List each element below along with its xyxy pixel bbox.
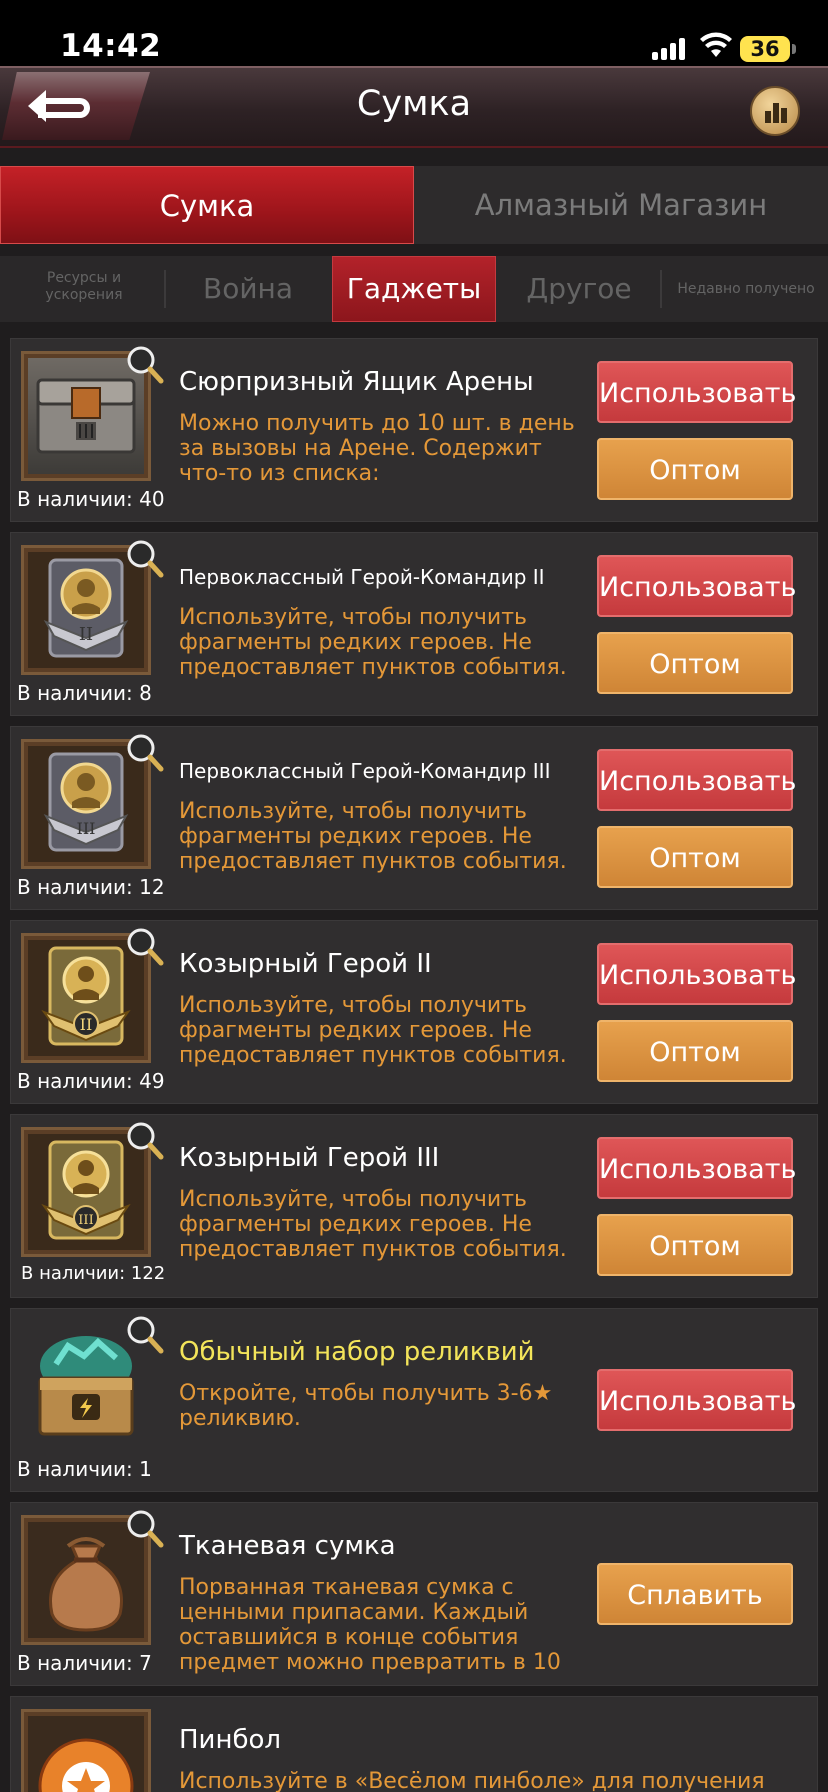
- use-button[interactable]: Использовать: [597, 361, 796, 423]
- magnifier-icon[interactable]: [123, 537, 165, 579]
- main-tabs: Сумка Алмазный Магазин: [0, 166, 828, 244]
- battery-icon: 36: [740, 36, 796, 62]
- item-description: Используйте, чтобы получить фрагменты ре…: [179, 993, 567, 1068]
- stock-count: В наличии: 49: [17, 1069, 165, 1093]
- use-button[interactable]: Использовать: [597, 943, 796, 1005]
- bar-chart-icon: [765, 103, 787, 123]
- bag-screen: 14:42 36 Сумка Сумка Алмазный Магазин Ре…: [0, 0, 828, 1792]
- pinball-icon: [38, 1738, 134, 1792]
- bulk-button[interactable]: Оптом: [597, 826, 793, 888]
- divider: [660, 270, 662, 308]
- magnifier-icon[interactable]: [123, 731, 165, 773]
- use-button[interactable]: Использовать: [597, 1137, 796, 1199]
- stock-count: В наличии: 40: [17, 487, 165, 511]
- item-title: Козырный Герой II: [179, 949, 432, 979]
- stock-count: В наличии: 8: [17, 681, 152, 705]
- item-description: Используйте, чтобы получить фрагменты ре…: [179, 605, 567, 680]
- subtab-other-label: Другое: [526, 272, 632, 305]
- svg-text:III: III: [77, 819, 96, 838]
- svg-text:III: III: [78, 1213, 93, 1228]
- stock-count: В наличии: 12: [17, 875, 165, 899]
- item-description: Используйте, чтобы получить фрагменты ре…: [179, 1187, 567, 1262]
- status-bar: 14:42 36: [0, 0, 828, 66]
- tab-diamond-shop[interactable]: Алмазный Магазин: [414, 166, 828, 244]
- item-description: Используйте, чтобы получить фрагменты ре…: [179, 799, 567, 874]
- divider: [164, 270, 166, 308]
- page-title: Сумка: [356, 84, 472, 124]
- magnifier-icon[interactable]: [123, 1119, 165, 1161]
- subtab-other[interactable]: Другое: [510, 256, 648, 322]
- magnifier-icon[interactable]: [123, 925, 165, 967]
- item-description: Откройте, чтобы получить 3-6★ реликвию.: [179, 1381, 553, 1431]
- cellular-signal-icon: [652, 36, 688, 60]
- subtab-recent[interactable]: Недавно получено: [666, 256, 826, 322]
- subtab-resources[interactable]: Ресурсы и ускорения: [22, 256, 146, 322]
- use-button[interactable]: Использовать: [597, 749, 796, 811]
- svg-text:II: II: [80, 1015, 93, 1034]
- item-title: Обычный набор реликвий: [179, 1337, 535, 1367]
- list-item: II В наличии: 49 Козырный Герой II Испол…: [10, 920, 818, 1104]
- item-title: Тканевая сумка: [179, 1531, 396, 1561]
- subtab-war[interactable]: Война: [180, 256, 316, 322]
- item-description: Используйте в «Весёлом пинболе» для полу…: [179, 1769, 765, 1792]
- use-button[interactable]: Использовать: [597, 555, 796, 617]
- item-description: Можно получить до 10 шт. в день за вызов…: [179, 411, 575, 486]
- svg-text:II: II: [79, 624, 93, 645]
- bulk-button[interactable]: Оптом: [597, 1020, 793, 1082]
- sub-tabs: Ресурсы и ускорения Война Гаджеты Другое…: [0, 256, 828, 322]
- item-title: Первоклассный Герой-Командир II: [179, 565, 545, 589]
- stock-count: В наличии: 7: [17, 1651, 152, 1675]
- item-thumbnail[interactable]: [21, 1709, 151, 1792]
- subtab-gadgets[interactable]: Гаджеты: [332, 256, 496, 322]
- magnifier-icon[interactable]: [123, 1507, 165, 1549]
- subtab-gadgets-label: Гаджеты: [346, 272, 482, 305]
- smelt-button[interactable]: Сплавить: [597, 1563, 793, 1625]
- rank-button[interactable]: [750, 86, 800, 136]
- item-description: Порванная тканевая сумка с ценными припа…: [179, 1575, 561, 1675]
- tab-bag[interactable]: Сумка: [0, 166, 414, 244]
- use-button[interactable]: Использовать: [597, 1369, 796, 1431]
- item-title: Пинбол: [179, 1725, 282, 1755]
- stock-count: В наличии: 1: [17, 1457, 152, 1481]
- list-item: В наличии: 40 Сюрпризный Ящик Арены Можн…: [10, 338, 818, 522]
- item-title: Сюрпризный Ящик Арены: [179, 367, 534, 397]
- list-item: III В наличии: 122 Козырный Герой III Ис…: [10, 1114, 818, 1298]
- magnifier-icon[interactable]: [123, 343, 165, 385]
- battery-level: 36: [750, 37, 780, 61]
- subtab-war-label: Война: [202, 272, 293, 305]
- magnifier-icon[interactable]: [123, 1313, 165, 1355]
- bulk-button[interactable]: Оптом: [597, 632, 793, 694]
- bulk-button[interactable]: Оптом: [597, 1214, 793, 1276]
- list-item: В наличии: 1 Обычный набор реликвий Откр…: [10, 1308, 818, 1492]
- list-item: III В наличии: 12 Первоклассный Герой-Ко…: [10, 726, 818, 910]
- wifi-icon: [700, 32, 732, 57]
- list-item: В наличии: 7 Тканевая сумка Порванная тк…: [10, 1502, 818, 1686]
- status-time: 14:42: [60, 28, 162, 64]
- item-title: Козырный Герой III: [179, 1143, 440, 1173]
- bulk-button[interactable]: Оптом: [597, 438, 793, 500]
- subtab-recent-label: Недавно получено: [677, 281, 815, 297]
- item-title: Первоклассный Герой-Командир III: [179, 759, 551, 783]
- header: Сумка: [0, 66, 828, 148]
- list-item: Пинбол Используйте в «Весёлом пинболе» д…: [10, 1696, 818, 1792]
- stock-count: В наличии: 122: [21, 1263, 166, 1284]
- subtab-resources-label: Ресурсы и ускорения: [45, 270, 123, 303]
- list-item: II В наличии: 8 Первоклассный Герой-Кома…: [10, 532, 818, 716]
